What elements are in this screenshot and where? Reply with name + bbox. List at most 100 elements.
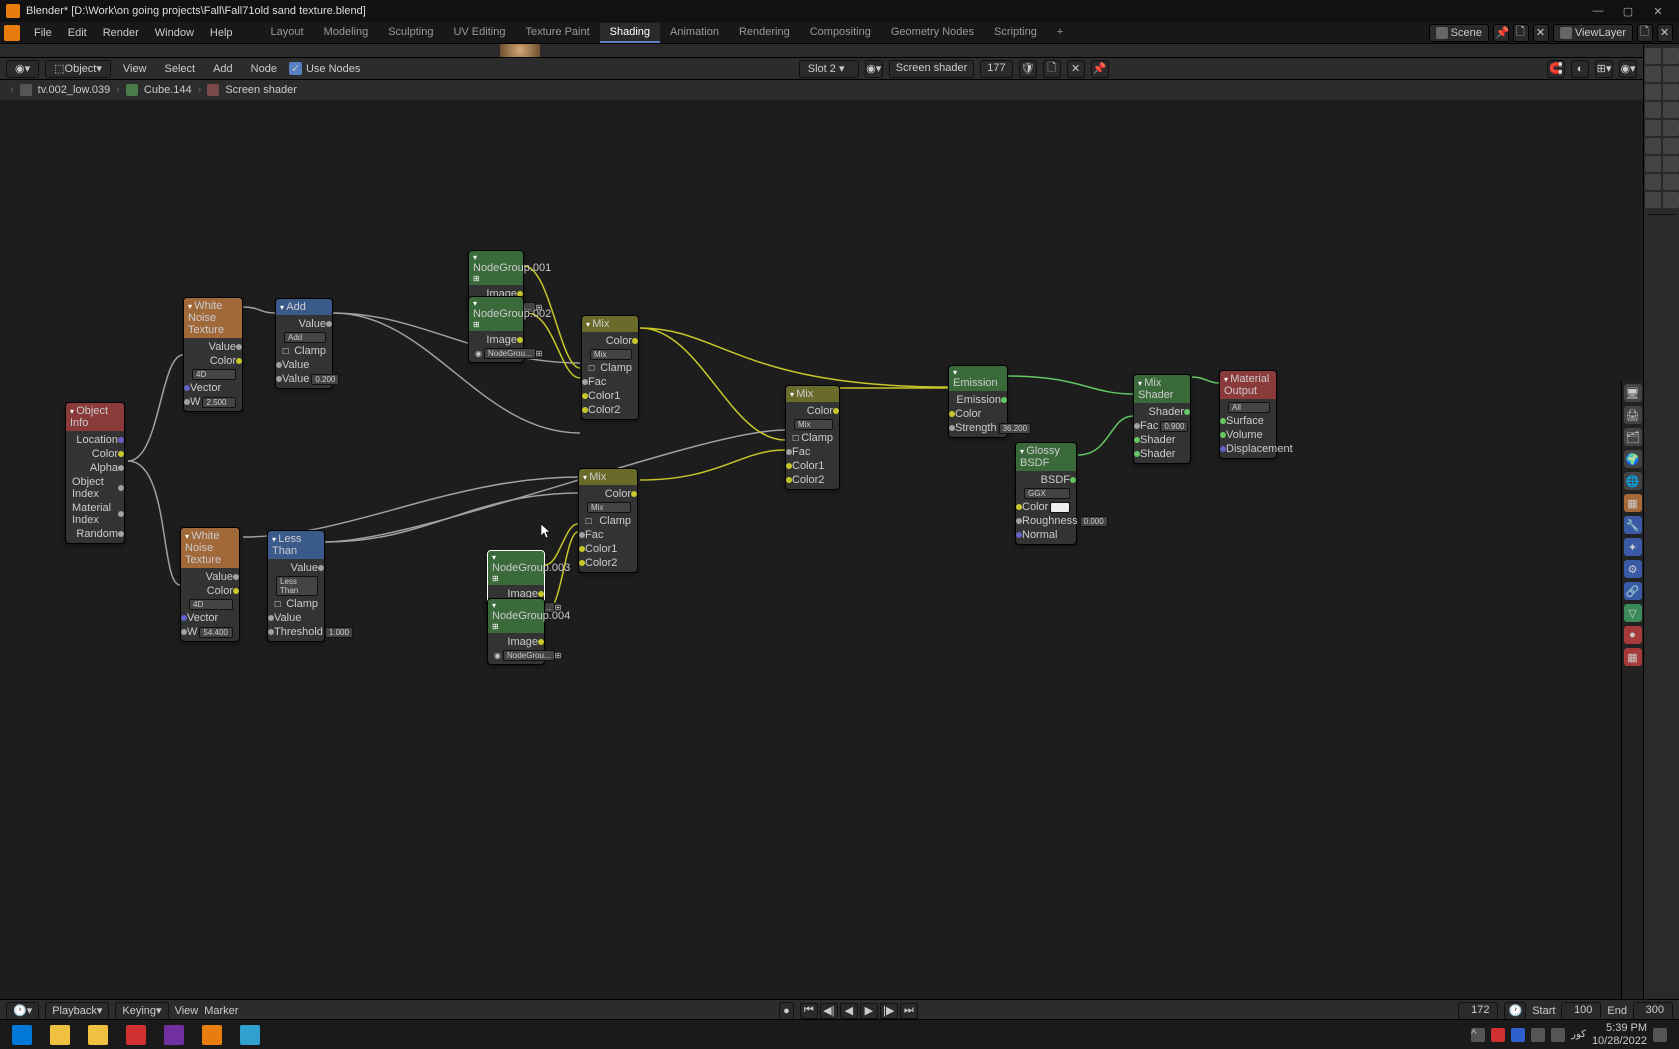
node-less-than[interactable]: ▾ Less Than Value Less Than ☐ Clamp Valu… (267, 530, 325, 642)
window-close-button[interactable]: ✕ (1643, 2, 1673, 20)
node-input[interactable]: Value (280, 358, 328, 372)
node-input[interactable]: Color (1020, 500, 1072, 514)
material-name-field[interactable]: Screen shader (889, 60, 975, 78)
tab-layout[interactable]: Layout (261, 23, 314, 43)
node-object-info[interactable]: ▾ Object Info Location Color Alpha Objec… (65, 402, 125, 544)
node-input[interactable]: Value (272, 611, 320, 625)
node-options-button[interactable]: ◉▾ (1619, 60, 1637, 78)
node-mix-shader[interactable]: ▾ Mix Shader Shader Fac0.900 Shader Shad… (1133, 374, 1191, 464)
breadcrumb-object[interactable]: tv.002_low.039 (38, 84, 111, 96)
node-input[interactable]: Fac (586, 375, 634, 389)
node-header[interactable]: ▾ Glossy BSDF (1016, 443, 1076, 471)
taskbar-app-2[interactable] (118, 1022, 154, 1048)
node-mix-1[interactable]: ▾ Mix Color Mix ☐ Clamp Fac Color1 Color… (581, 315, 639, 420)
eye-icon[interactable] (1645, 192, 1661, 208)
material-fake-user[interactable]: 🛡 (1019, 60, 1037, 78)
scene-new-button[interactable]: 🗋 (1513, 24, 1529, 42)
tray-wifi-icon[interactable] (1531, 1028, 1545, 1042)
node-prop[interactable]: ☐ Clamp (583, 514, 633, 528)
node-input[interactable]: Color2 (790, 473, 835, 487)
menu-render[interactable]: Render (95, 25, 147, 41)
prop-particle-icon[interactable]: ✦ (1624, 538, 1642, 556)
play-button[interactable]: ▶ (860, 1003, 878, 1019)
node-editor-type[interactable]: ◉▾ (6, 60, 39, 78)
taskbar-app-4[interactable] (232, 1022, 268, 1048)
node-prop[interactable]: Mix (790, 418, 835, 431)
node-input[interactable]: Surface (1224, 414, 1272, 428)
timeline-keying[interactable]: Keying ▾ (115, 1002, 168, 1020)
tab-rendering[interactable]: Rendering (729, 23, 800, 43)
node-input[interactable]: Color1 (583, 542, 633, 556)
node-prop[interactable]: ☐ Clamp (280, 344, 328, 358)
node-group-2[interactable]: ▾ NodeGroup.002 ⊞ Image ◉ NodeGrou... ⊞ (468, 296, 524, 363)
node-input[interactable]: Color1 (790, 459, 835, 473)
node-input[interactable]: Displacement (1224, 442, 1272, 456)
camera-icon[interactable] (1663, 66, 1679, 82)
node-math-add[interactable]: ▾ Add Value Add ☐ Clamp Value Value0.200 (275, 298, 333, 389)
node-prop[interactable]: Mix (586, 348, 634, 361)
eye-icon[interactable] (1645, 138, 1661, 154)
material-unlink[interactable]: ✕ (1067, 60, 1085, 78)
node-input[interactable]: Vector (185, 611, 235, 625)
prop-data-icon[interactable]: ▽ (1624, 604, 1642, 622)
node-material-output[interactable]: ▾ Material Output All Surface Volume Dis… (1219, 370, 1277, 459)
node-input[interactable]: Volume (1224, 428, 1272, 442)
prop-object-icon[interactable]: ▦ (1624, 494, 1642, 512)
prop-output-icon[interactable]: 🖨 (1624, 406, 1642, 424)
material-browse-button[interactable]: ◉▾ (865, 60, 883, 78)
node-input[interactable]: Color (953, 407, 1003, 421)
viewlayer-selector[interactable]: ViewLayer (1553, 24, 1633, 42)
camera-icon[interactable] (1663, 102, 1679, 118)
filter-icon[interactable] (1645, 48, 1661, 64)
node-header[interactable]: ▾ Material Output (1220, 371, 1276, 399)
node-backdrop-button[interactable]: ⊞▾ (1595, 60, 1613, 78)
window-minimize-button[interactable]: — (1583, 2, 1613, 20)
tab-texturepaint[interactable]: Texture Paint (515, 23, 599, 43)
camera-icon[interactable] (1663, 174, 1679, 190)
tab-compositing[interactable]: Compositing (800, 23, 881, 43)
node-menu-add[interactable]: Add (207, 61, 239, 77)
node-mix-2[interactable]: ▾ Mix Color Mix ☐ Clamp Fac Color1 Color… (578, 468, 638, 573)
tab-uvediting[interactable]: UV Editing (443, 23, 515, 43)
node-input[interactable]: Fac0.900 (1138, 419, 1186, 433)
node-prop[interactable]: ☐ Clamp (272, 597, 320, 611)
current-frame-field[interactable]: 172 (1458, 1002, 1498, 1020)
node-input[interactable]: W2.500 (188, 395, 238, 409)
node-input[interactable]: Shader (1138, 447, 1186, 461)
taskbar-app-1[interactable] (80, 1022, 116, 1048)
node-input[interactable]: Value0.200 (280, 372, 328, 386)
node-header[interactable]: ▾ Object Info (66, 403, 124, 431)
node-input[interactable]: Shader (1138, 433, 1186, 447)
menu-help[interactable]: Help (202, 25, 241, 41)
camera-icon[interactable] (1663, 84, 1679, 100)
node-header[interactable]: ▾ NodeGroup.002 ⊞ (469, 297, 523, 331)
tray-icon[interactable] (1491, 1028, 1505, 1042)
node-menu-view[interactable]: View (117, 61, 153, 77)
breadcrumb-mesh[interactable]: Cube.144 (144, 84, 192, 96)
frame-range-lock[interactable]: 🕐 (1504, 1002, 1526, 1020)
shader-type-selector[interactable]: ⬚ Object ▾ (45, 60, 111, 78)
tray-clock[interactable]: 5:39 PM 10/28/2022 (1592, 1022, 1647, 1046)
material-new[interactable]: 🗋 (1043, 60, 1061, 78)
node-prop[interactable]: ◉ NodeGrou... ⊞ (492, 649, 540, 662)
eye-icon[interactable] (1645, 84, 1661, 100)
node-header[interactable]: ▾ NodeGroup.001 ⊞ (469, 251, 523, 285)
node-prop[interactable]: Mix (583, 501, 633, 514)
prop-material-icon[interactable]: ● (1624, 626, 1642, 644)
node-input[interactable]: W54.400 (185, 625, 235, 639)
node-input[interactable]: Normal (1020, 528, 1072, 542)
node-prop[interactable]: ☐ Clamp (790, 431, 835, 445)
node-header[interactable]: ▾ NodeGroup.004 ⊞ (488, 599, 544, 633)
node-header[interactable]: ▾ NodeGroup.003 ⊞ (488, 551, 544, 585)
menu-edit[interactable]: Edit (60, 25, 95, 41)
jump-end-button[interactable]: ⏭ (900, 1003, 918, 1019)
node-glossy-bsdf[interactable]: ▾ Glossy BSDF BSDF GGX Color Roughness0.… (1015, 442, 1077, 545)
jump-start-button[interactable]: ⏮ (800, 1003, 818, 1019)
node-header[interactable]: ▾ Emission (949, 366, 1007, 391)
blender-icon[interactable] (4, 25, 20, 41)
timeline-editor-type[interactable]: 🕐▾ (6, 1002, 39, 1020)
start-frame-field[interactable]: 100 (1561, 1002, 1601, 1020)
keyframe-next-button[interactable]: |▶ (880, 1003, 898, 1019)
use-nodes-checkbox[interactable]: ✓ Use Nodes (289, 62, 360, 75)
snap-node-toggle[interactable]: 🧲 (1547, 60, 1565, 78)
